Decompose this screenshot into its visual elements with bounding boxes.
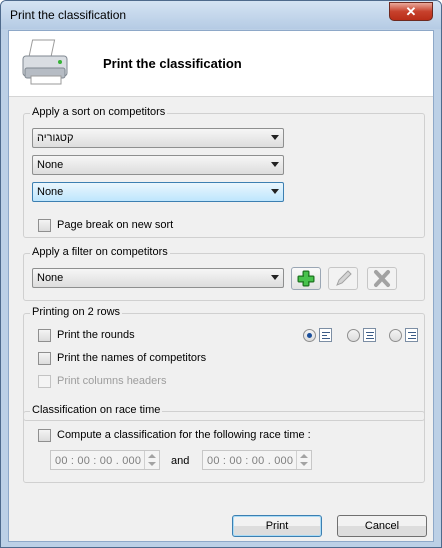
title-bar[interactable]: Print the classification ✕	[1, 1, 441, 29]
print-button[interactable]: Print	[232, 515, 322, 537]
add-filter-button[interactable]	[291, 267, 321, 290]
sort-combo-1-value: קטגוריה	[37, 132, 74, 144]
print-names-checkbox[interactable]	[38, 352, 51, 365]
time-to-value: 00 : 00 : 00 . 000	[207, 455, 294, 467]
delete-icon	[374, 270, 390, 287]
page-break-label: Page break on new sort	[57, 219, 174, 231]
filter-combo-value: None	[37, 272, 64, 284]
time-to-spinner[interactable]	[296, 451, 311, 469]
add-icon	[297, 270, 315, 287]
align-center-radio[interactable]	[347, 329, 360, 342]
dialog-header: Print the classification	[9, 31, 433, 97]
race-time-group-title: Classification on race time	[30, 404, 163, 416]
filter-group-title: Apply a filter on competitors	[30, 246, 170, 258]
sort-group-title: Apply a sort on competitors	[30, 106, 168, 118]
two-rows-group-title: Printing on 2 rows	[30, 306, 123, 318]
compute-classification-label: Compute a classification for the followi…	[57, 429, 311, 441]
align-center-icon	[363, 328, 376, 342]
print-names-label: Print the names of competitors	[57, 352, 207, 364]
chevron-down-icon	[271, 162, 279, 167]
edit-icon	[336, 270, 352, 286]
page-break-checkbox[interactable]	[38, 219, 51, 232]
edit-filter-button[interactable]	[328, 267, 358, 290]
time-to-field[interactable]: 00 : 00 : 00 . 000	[202, 450, 312, 470]
align-left-radio[interactable]	[303, 329, 316, 342]
chevron-down-icon	[271, 135, 279, 140]
close-button[interactable]: ✕	[389, 2, 433, 21]
header-title: Print the classification	[103, 56, 242, 71]
sort-combo-3[interactable]: None	[32, 182, 284, 202]
and-label: and	[171, 455, 190, 467]
align-right-radio[interactable]	[389, 329, 402, 342]
time-from-value: 00 : 00 : 00 . 000	[55, 455, 142, 467]
sort-combo-1[interactable]: קטגוריה	[32, 128, 284, 148]
printer-icon	[22, 39, 68, 85]
sort-combo-2[interactable]: None	[32, 155, 284, 175]
dialog-window: Print the classification ✕ Print the cla…	[0, 0, 442, 548]
filter-group: Apply a filter on competitors None	[23, 246, 425, 301]
race-time-group: Classification on race time Compute a cl…	[23, 404, 425, 483]
print-rounds-label: Print the rounds	[57, 329, 135, 341]
window-title: Print the classification	[10, 8, 127, 22]
print-rounds-checkbox[interactable]	[38, 329, 51, 342]
print-headers-checkbox[interactable]	[38, 375, 51, 388]
align-right-icon	[405, 328, 418, 342]
delete-filter-button[interactable]	[367, 267, 397, 290]
align-left-icon	[319, 328, 332, 342]
sort-combo-2-value: None	[37, 159, 64, 171]
compute-classification-checkbox[interactable]	[38, 429, 51, 442]
chevron-down-icon	[271, 189, 279, 194]
print-headers-label: Print columns headers	[57, 375, 167, 387]
sort-group: Apply a sort on competitors קטגוריה None…	[23, 106, 425, 238]
sort-combo-3-value: None	[37, 186, 64, 198]
dialog-body: Print the classification Apply a sort on…	[8, 30, 434, 542]
time-from-spinner[interactable]	[144, 451, 159, 469]
cancel-button[interactable]: Cancel	[337, 515, 427, 537]
filter-combo[interactable]: None	[32, 268, 284, 288]
chevron-down-icon	[271, 275, 279, 280]
time-from-field[interactable]: 00 : 00 : 00 . 000	[50, 450, 160, 470]
